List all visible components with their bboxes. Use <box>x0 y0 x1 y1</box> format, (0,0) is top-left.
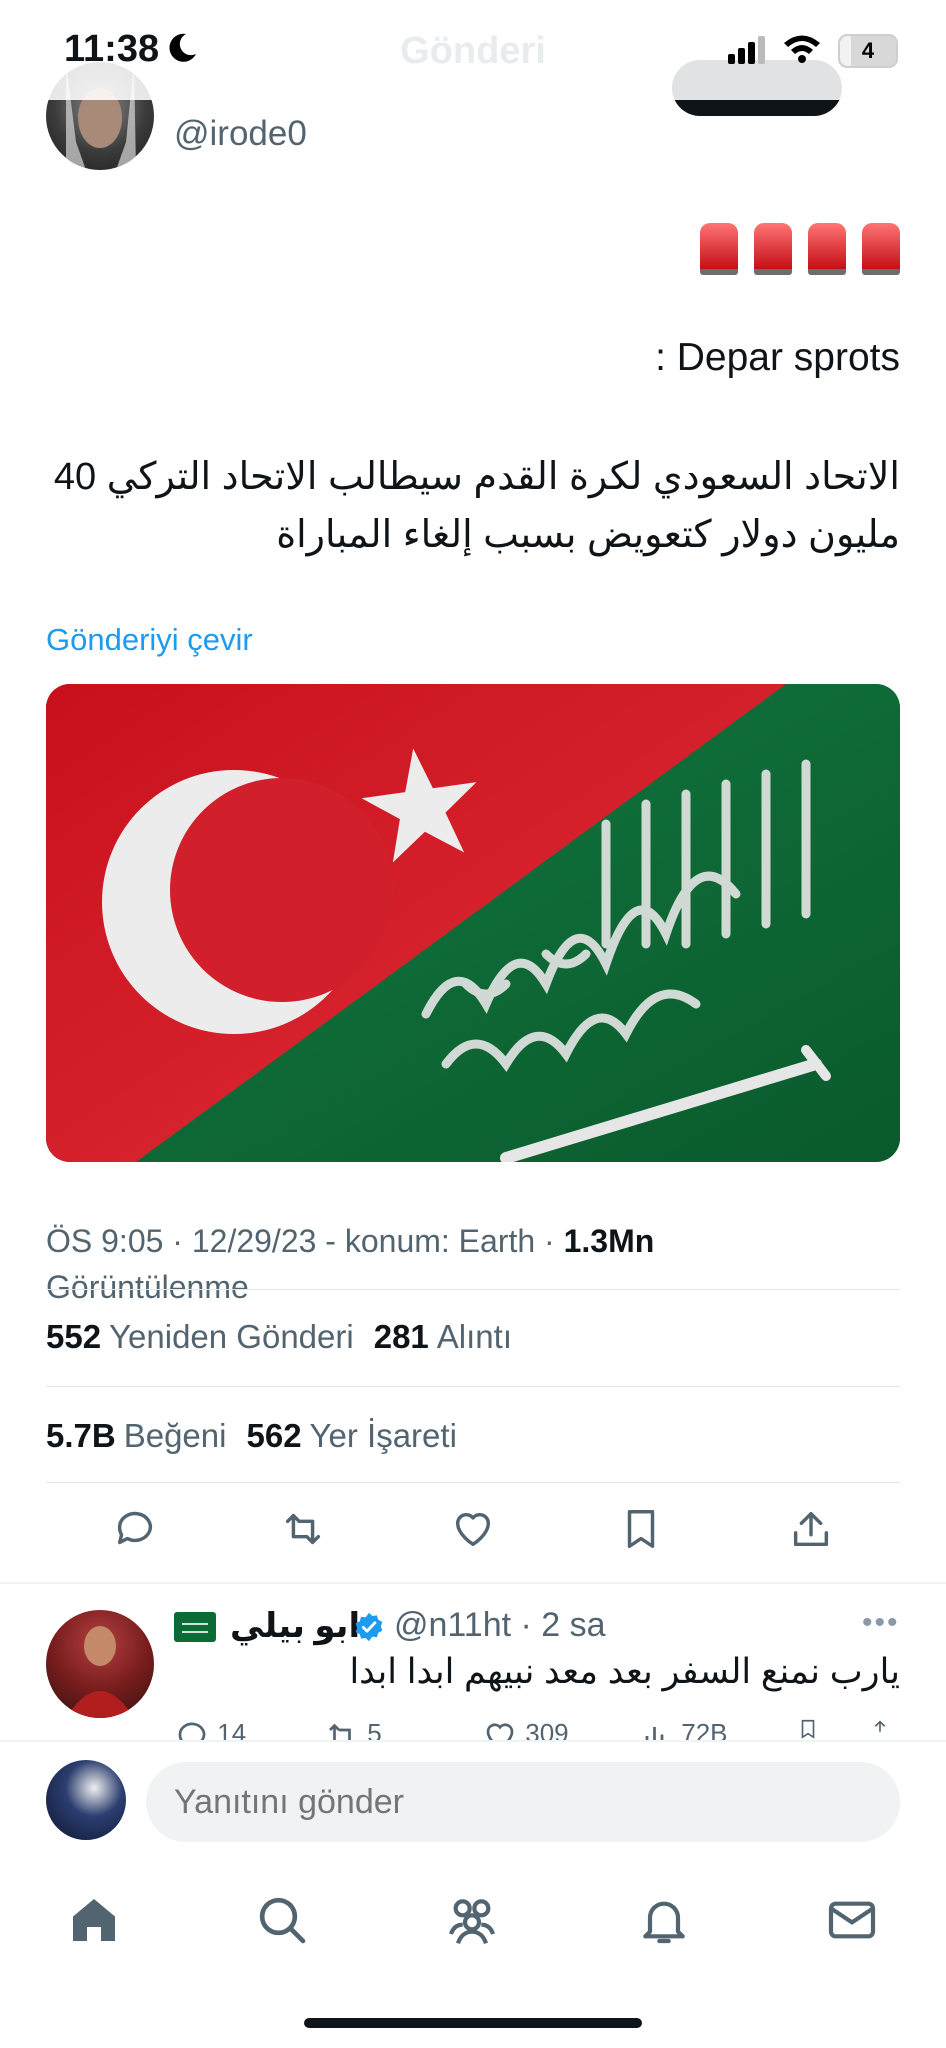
reply-share-icon[interactable] <box>862 1718 898 1740</box>
reply-avatar-image <box>66 1626 134 1718</box>
home-indicator <box>304 2018 642 2028</box>
moon-icon <box>169 33 196 62</box>
bookmarks-stat[interactable]: 562 Yer İşareti <box>246 1417 456 1454</box>
saudi-flag-graphic <box>182 1623 208 1633</box>
reply-time: 2 sa <box>541 1606 606 1644</box>
wifi-icon <box>784 35 820 63</box>
tweet-meta: ÖS 9:05 · 12/29/23 - konum: Earth · 1.3M… <box>46 1223 655 1305</box>
reply-like-action[interactable]: 309 <box>482 1718 569 1740</box>
repost-icon <box>329 1723 351 1740</box>
tweet-source-line: : Depar sprots <box>655 336 900 379</box>
repost-quote-stats: 552 Yeniden Gönderi 281 Alıntı <box>46 1318 512 1356</box>
siren-icon <box>808 222 846 275</box>
reply-text: يارب نمنع السفر بعد معد نبيهم ابدا ابدا <box>349 1652 900 1691</box>
reply-icon[interactable] <box>112 1506 158 1552</box>
tweet-date: 12/29/23 <box>191 1223 317 1259</box>
reply-icon <box>178 1722 206 1740</box>
bookmark-icon[interactable] <box>618 1506 664 1552</box>
like-bookmark-stats: 5.7B Beğeni 562 Yer İşareti <box>46 1417 457 1455</box>
notifications-icon[interactable] <box>636 1892 692 1948</box>
translate-link[interactable]: Gönderiyi çevir <box>46 622 253 658</box>
divider <box>46 1482 900 1483</box>
like-icon <box>486 1723 514 1740</box>
communities-icon[interactable] <box>444 1892 500 1948</box>
tweet-location: konum: Earth <box>344 1223 536 1259</box>
share-icon[interactable] <box>788 1506 834 1552</box>
views-count: 1.3Mn <box>563 1223 655 1259</box>
reply-views-action[interactable]: 72B <box>638 1718 728 1740</box>
reply-avatar[interactable] <box>46 1610 154 1718</box>
tweet-body: الاتحاد السعودي لكرة القدم سيطالب الاتحا… <box>53 456 900 556</box>
author-handle[interactable]: @irode0 <box>174 114 307 154</box>
search-icon[interactable] <box>254 1892 310 1948</box>
quotes-stat[interactable]: 281 Alıntı <box>374 1318 512 1355</box>
divider <box>46 1289 900 1290</box>
reply-bookmark-icon[interactable] <box>790 1718 826 1740</box>
reply-likes-count: 309 <box>525 1718 569 1740</box>
reply-handle[interactable]: @n11ht <box>394 1606 511 1644</box>
battery-level-text: 4 <box>861 38 875 63</box>
tweet-time: ÖS 9:05 <box>46 1223 164 1259</box>
messages-icon[interactable] <box>824 1892 880 1948</box>
tweet-emoji-line <box>40 222 900 275</box>
saudi-flag-icon <box>174 1612 216 1642</box>
views-label: Görüntülenme <box>46 1269 249 1305</box>
verified-icon <box>355 1612 383 1642</box>
flags-illustration <box>46 684 900 1162</box>
tweet-media-image[interactable] <box>46 684 900 1162</box>
divider <box>46 1386 900 1387</box>
reply-reposts-count: 5 <box>367 1718 382 1740</box>
my-avatar[interactable] <box>46 1760 126 1840</box>
battery-indicator: 4 <box>838 34 898 68</box>
reply-reply-action[interactable]: 14 <box>174 1718 246 1740</box>
signal-icon <box>728 36 765 64</box>
status-time: 11:38 <box>64 28 160 70</box>
like-icon[interactable] <box>450 1506 496 1552</box>
reply-author-name[interactable]: ابو بيلي <box>230 1606 360 1646</box>
reply-separator <box>0 1582 946 1584</box>
reply-replies-count: 14 <box>217 1718 247 1740</box>
reply-compose-input[interactable] <box>146 1762 900 1842</box>
reposts-stat[interactable]: 552 Yeniden Gönderi <box>46 1318 354 1355</box>
repost-icon[interactable] <box>280 1506 326 1552</box>
reply-views-count: 72B <box>681 1718 728 1740</box>
likes-stat[interactable]: 5.7B Beğeni <box>46 1417 226 1454</box>
reply-repost-action[interactable]: 5 <box>324 1718 382 1740</box>
siren-icon <box>754 222 792 275</box>
home-icon[interactable] <box>66 1892 122 1948</box>
siren-icon <box>700 222 738 275</box>
siren-icon <box>862 222 900 275</box>
views-icon <box>645 1727 664 1740</box>
more-options-icon[interactable]: ••• <box>862 1606 900 1640</box>
reply-meta: @n11ht · 2 sa <box>394 1606 606 1644</box>
